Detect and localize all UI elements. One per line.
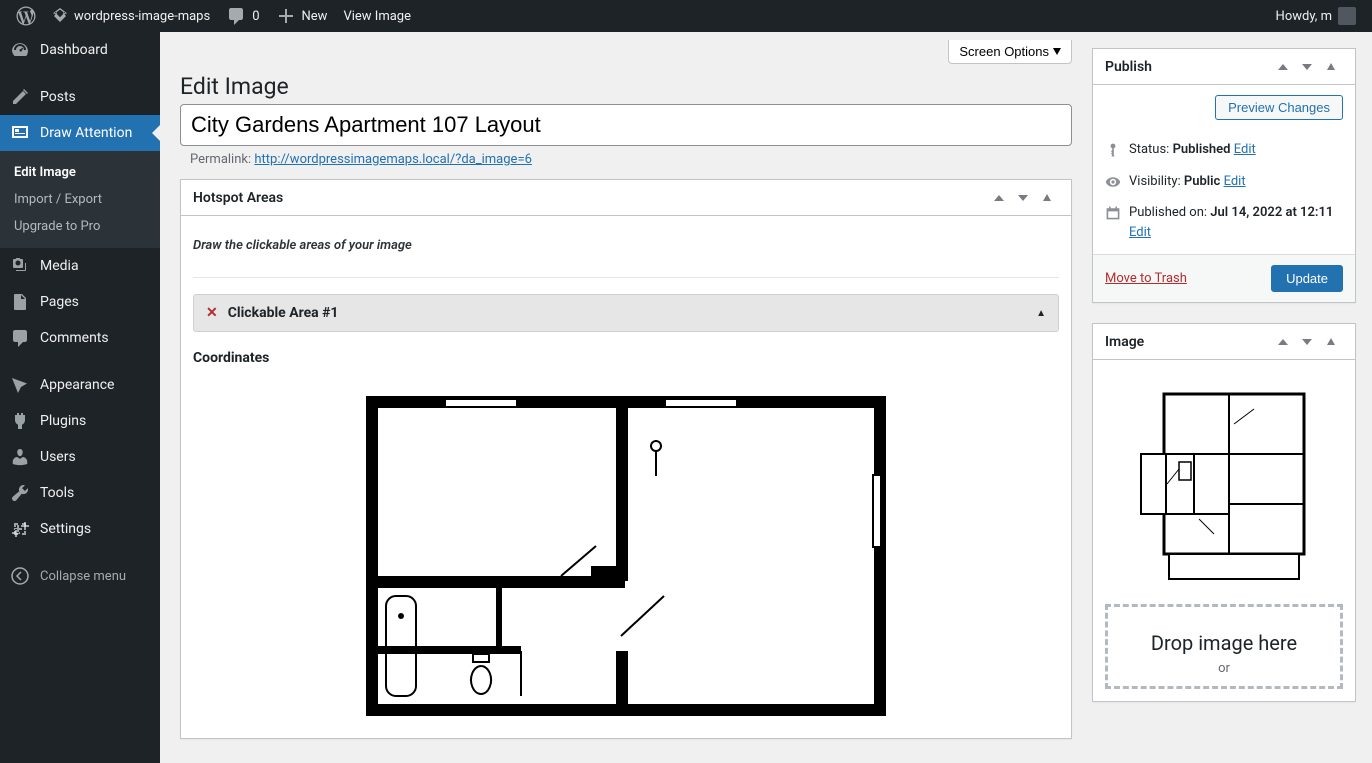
hotspot-hint: Draw the clickable areas of your image xyxy=(193,228,1059,278)
chevron-down-icon xyxy=(1018,195,1028,201)
chevron-up-icon xyxy=(1278,64,1288,70)
status-label: Status: xyxy=(1129,142,1169,157)
sidebar-item-users[interactable]: Users xyxy=(0,439,160,475)
sidebar-item-appearance[interactable]: Appearance xyxy=(0,367,160,403)
preview-changes-button[interactable]: Preview Changes xyxy=(1215,95,1343,120)
main-content: Screen Options Edit Image Permalink: htt… xyxy=(160,32,1092,763)
triangle-up-icon xyxy=(1327,338,1335,345)
published-value: Jul 14, 2022 at 12:11 xyxy=(1210,205,1333,220)
wp-logo[interactable] xyxy=(8,0,44,32)
permalink-label: Permalink: xyxy=(190,152,251,167)
avatar xyxy=(1338,7,1356,25)
submenu-import-export[interactable]: Import / Export xyxy=(0,186,160,213)
title-input[interactable] xyxy=(180,104,1072,146)
page-title: Edit Image xyxy=(180,64,1072,104)
status-edit-link[interactable]: Edit xyxy=(1234,142,1256,157)
postbox-move-up[interactable] xyxy=(987,184,1011,212)
draw-attention-submenu: Edit Image Import / Export Upgrade to Pr… xyxy=(0,151,160,248)
collapse-menu[interactable]: Collapse menu xyxy=(0,558,160,594)
hotspot-heading: Hotspot Areas xyxy=(193,182,283,214)
comment-count: 0 xyxy=(252,9,259,24)
sidebar-item-plugins[interactable]: Plugins xyxy=(0,403,160,439)
status-value: Published xyxy=(1173,142,1231,157)
image-postbox: Image xyxy=(1092,323,1356,702)
sidebar-item-settings[interactable]: Settings xyxy=(0,511,160,547)
dropzone-title: Drop image here xyxy=(1118,631,1330,655)
comments-bubble[interactable]: 0 xyxy=(218,0,267,32)
postbox-move-up[interactable] xyxy=(1271,328,1295,356)
image-heading: Image xyxy=(1105,326,1144,358)
delete-area-icon[interactable]: ✕ xyxy=(206,305,218,321)
sidebar-item-comments[interactable]: Comments xyxy=(0,320,160,356)
visibility-label: Visibility: xyxy=(1129,174,1181,189)
visibility-value: Public xyxy=(1184,174,1220,189)
submenu-upgrade[interactable]: Upgrade to Pro xyxy=(0,213,160,240)
sidebar-item-draw-attention[interactable]: Draw Attention xyxy=(0,115,160,151)
new-content[interactable]: New xyxy=(268,0,336,32)
image-dropzone[interactable]: Drop image here or xyxy=(1105,604,1343,689)
sidebar-item-dashboard[interactable]: Dashboard xyxy=(0,32,160,68)
coordinates-label: Coordinates xyxy=(193,350,1059,366)
howdy-text: Howdy, m xyxy=(1276,9,1332,24)
postbox-toggle[interactable] xyxy=(1319,53,1343,81)
view-image-link[interactable]: View Image xyxy=(335,0,419,32)
admin-sidebar: Dashboard Posts Draw Attention Edit Imag… xyxy=(0,32,160,763)
publish-heading: Publish xyxy=(1105,51,1152,83)
floorplan-canvas[interactable] xyxy=(366,396,886,716)
sidebar-item-tools[interactable]: Tools xyxy=(0,475,160,511)
postbox-move-down[interactable] xyxy=(1011,184,1035,212)
admin-bar: wordpress-image-maps 0 New View Image Ho… xyxy=(0,0,1372,32)
chevron-down-icon xyxy=(1302,64,1312,70)
update-button[interactable]: Update xyxy=(1271,265,1343,292)
site-name: wordpress-image-maps xyxy=(74,9,210,24)
postbox-move-down[interactable] xyxy=(1295,328,1319,356)
sidebar-item-pages[interactable]: Pages xyxy=(0,284,160,320)
chevron-up-icon xyxy=(994,195,1004,201)
triangle-up-icon xyxy=(1043,194,1051,201)
published-label: Published on: xyxy=(1129,205,1207,220)
screen-options-button[interactable]: Screen Options xyxy=(948,40,1072,64)
area-collapse-icon[interactable]: ▲ xyxy=(1036,308,1046,319)
visibility-icon xyxy=(1105,174,1121,190)
dropzone-or: or xyxy=(1118,661,1330,676)
sidebar-item-media[interactable]: Media xyxy=(0,248,160,284)
key-icon xyxy=(1105,142,1121,158)
postbox-move-up[interactable] xyxy=(1271,53,1295,81)
chevron-down-icon xyxy=(1302,339,1312,345)
hotspot-postbox: Hotspot Areas Draw the clickable areas o… xyxy=(180,179,1072,739)
permalink: Permalink: http://wordpressimagemaps.loc… xyxy=(180,150,1072,179)
submenu-edit-image[interactable]: Edit Image xyxy=(0,159,160,186)
right-column: Publish Preview Changes Status: xyxy=(1092,32,1372,763)
postbox-toggle[interactable] xyxy=(1319,328,1343,356)
triangle-up-icon xyxy=(1327,63,1335,70)
permalink-url[interactable]: http://wordpressimagemaps.local/?da_imag… xyxy=(254,152,532,167)
move-to-trash-link[interactable]: Move to Trash xyxy=(1105,271,1187,286)
calendar-icon xyxy=(1105,205,1121,221)
site-link[interactable]: wordpress-image-maps xyxy=(44,0,218,32)
clickable-area-header[interactable]: ✕ Clickable Area #1 ▲ xyxy=(193,294,1059,332)
publish-postbox: Publish Preview Changes Status: xyxy=(1092,48,1356,303)
visibility-edit-link[interactable]: Edit xyxy=(1224,174,1246,189)
sidebar-item-posts[interactable]: Posts xyxy=(0,79,160,115)
new-label: New xyxy=(302,9,328,24)
postbox-move-down[interactable] xyxy=(1295,53,1319,81)
area-title: Clickable Area #1 xyxy=(228,305,339,321)
chevron-up-icon xyxy=(1278,339,1288,345)
chevron-down-icon xyxy=(1053,48,1061,55)
postbox-toggle[interactable] xyxy=(1035,184,1059,212)
image-preview[interactable] xyxy=(1105,372,1343,596)
published-edit-link[interactable]: Edit xyxy=(1129,225,1151,240)
my-account[interactable]: Howdy, m xyxy=(1268,0,1364,32)
